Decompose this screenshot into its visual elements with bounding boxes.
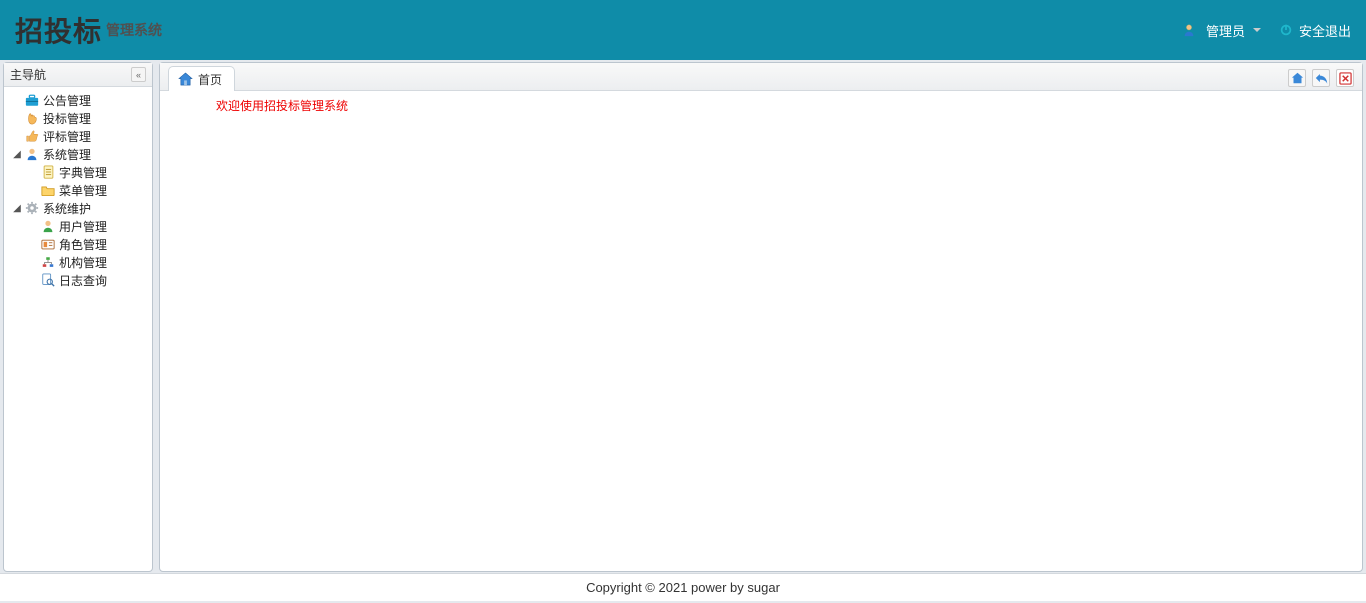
- welcome-text: 欢迎使用招投标管理系统: [216, 97, 1362, 114]
- sidebar-item-label: 用户管理: [59, 218, 107, 235]
- sidebar-item-label: 菜单管理: [59, 182, 107, 199]
- sidebar-item-label: 字典管理: [59, 164, 107, 181]
- sidebar-item-log-query[interactable]: ▸ 日志查询: [4, 271, 152, 289]
- logout-button[interactable]: 安全退出: [1279, 21, 1351, 40]
- sidebar-item-pingbiao[interactable]: ▸ 评标管理: [4, 127, 152, 145]
- sidebar-item-menu[interactable]: ▸ 菜单管理: [4, 181, 152, 199]
- sidebar-item-system-manage[interactable]: ◢ 系统管理: [4, 145, 152, 163]
- app-title-main: 招投标: [15, 10, 102, 50]
- collapse-sidebar-button[interactable]: «: [131, 67, 146, 82]
- hand-icon: [24, 110, 40, 126]
- tab-tool-back[interactable]: [1312, 69, 1330, 87]
- sidebar-item-label: 机构管理: [59, 254, 107, 271]
- sidebar-item-label: 公告管理: [43, 92, 91, 109]
- tab-label: 首页: [198, 71, 222, 88]
- logout-label: 安全退出: [1299, 21, 1351, 40]
- app-header: 招投标 管理系统 管理员 安全退出: [0, 0, 1366, 60]
- user-icon: [24, 146, 40, 162]
- sidebar-item-user-manage[interactable]: ▸ 用户管理: [4, 217, 152, 235]
- chevron-down-icon: [1253, 28, 1261, 32]
- tab-tool-home[interactable]: [1288, 69, 1306, 87]
- tree-toggle-icon[interactable]: ◢: [10, 149, 24, 160]
- content-body: 欢迎使用招投标管理系统: [160, 91, 1362, 571]
- document-icon: [40, 164, 56, 180]
- org-icon: [40, 254, 56, 270]
- sidebar-item-dict[interactable]: ▸ 字典管理: [4, 163, 152, 181]
- sidebar-item-system-maintain[interactable]: ◢ 系统维护: [4, 199, 152, 217]
- sidebar-item-gonggao[interactable]: ▸ 公告管理: [4, 91, 152, 109]
- sidebar-header: 主导航 «: [4, 63, 152, 87]
- folder-icon: [40, 182, 56, 198]
- tree-toggle-icon[interactable]: ◢: [10, 203, 24, 214]
- sidebar-item-label: 角色管理: [59, 236, 107, 253]
- tab-tool-close[interactable]: [1336, 69, 1354, 87]
- sidebar-item-toubiao[interactable]: ▸ 投标管理: [4, 109, 152, 127]
- app-footer: Copyright © 2021 power by sugar: [0, 573, 1366, 601]
- id-card-icon: [40, 236, 56, 252]
- user-label: 管理员: [1206, 21, 1245, 40]
- home-icon: [177, 71, 193, 87]
- sidebar-title: 主导航: [10, 66, 131, 83]
- tab-tools: [1288, 69, 1358, 90]
- footer-text: Copyright © 2021 power by sugar: [586, 580, 780, 595]
- thumbs-up-icon: [24, 128, 40, 144]
- content-panel: 首页 欢迎使用招投标管理系统: [159, 62, 1363, 572]
- power-icon: [1279, 23, 1293, 37]
- user-icon: [40, 218, 56, 234]
- app-title-sub: 管理系统: [106, 20, 162, 40]
- sidebar-item-label: 系统维护: [43, 200, 91, 217]
- sidebar-item-label: 日志查询: [59, 272, 107, 289]
- briefcase-icon: [24, 92, 40, 108]
- sidebar-item-org-manage[interactable]: ▸ 机构管理: [4, 253, 152, 271]
- sidebar-item-label: 评标管理: [43, 128, 91, 145]
- user-menu[interactable]: 管理员: [1181, 21, 1261, 40]
- sidebar: 主导航 « ▸ 公告管理 ▸ 投标管理 ▸ 评标管理: [3, 62, 153, 572]
- tab-home[interactable]: 首页: [168, 66, 235, 91]
- gear-icon: [24, 200, 40, 216]
- user-icon: [1181, 22, 1197, 38]
- tabs-bar: 首页: [160, 63, 1362, 91]
- sidebar-item-label: 投标管理: [43, 110, 91, 127]
- sidebar-item-label: 系统管理: [43, 146, 91, 163]
- nav-tree: ▸ 公告管理 ▸ 投标管理 ▸ 评标管理 ◢ 系统管理: [4, 87, 152, 293]
- sidebar-item-role-manage[interactable]: ▸ 角色管理: [4, 235, 152, 253]
- search-doc-icon: [40, 272, 56, 288]
